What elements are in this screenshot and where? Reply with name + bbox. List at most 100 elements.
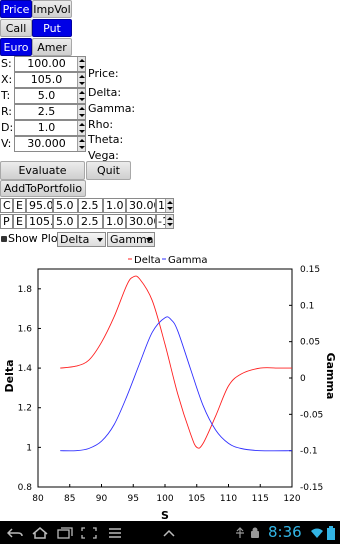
system-navigation-bar: 8:36 [0,521,340,544]
rho-output-label: Rho: [88,118,114,131]
x-spinner-icon[interactable] [77,73,85,87]
s-spinner-icon[interactable] [77,57,85,71]
d-input[interactable]: 1.0 [14,120,86,136]
left-series-select[interactable]: Delta [57,232,106,247]
home-icon[interactable] [31,525,49,540]
y-right-tick-label: 0.1 [300,301,314,311]
y-axis-right: -0.15 -0.1 -0.05 0 0.05 0.1 0.15 [289,265,323,493]
input-label-x: X: [1,73,13,86]
portfolio-strike-cell[interactable]: 105.0 [26,214,53,229]
portfolio-type-cell[interactable]: P [0,214,13,229]
chevron-up-icon[interactable] [160,525,178,540]
portfolio-qty-value: -1 [158,215,169,228]
t-input[interactable]: 5.0 [14,88,86,104]
s-value: 100.00 [27,57,66,70]
y-right-tick-label: 0.05 [300,338,320,348]
y-left-tick-label: 1.6 [18,324,33,334]
price-output-label: Price: [88,67,119,80]
y-right-tick-label: 0.15 [300,265,320,275]
y-left-tick-label: 1.2 [18,404,32,414]
legend-delta-label: Delta [134,255,161,266]
input-label-d: D: [1,121,14,134]
evaluate-button[interactable]: Evaluate [0,161,85,180]
x-tick-label: 105 [188,494,205,504]
portfolio-style-cell[interactable]: E [13,214,26,229]
chart-series [60,275,293,452]
v-input[interactable]: 30.000 [14,136,86,152]
add-to-portfolio-button[interactable]: AddToPortfolio [0,180,86,197]
greeks-chart: Delta Gamma 80 85 90 95 100 105 110 115 120 0.8 1… [3,255,337,522]
x-input[interactable]: 105.0 [14,72,86,88]
s-input[interactable]: 100.00 [14,56,86,72]
y-left-tick-label: 1 [26,443,32,453]
input-label-s: S: [1,57,12,70]
y-left-tick-label: 1.8 [18,285,33,295]
x-tick-label: 85 [64,494,75,504]
wifi-icon [311,525,323,540]
left-series-value: Delta [60,233,90,246]
x-value: 105.0 [30,73,63,86]
screenshot-icon[interactable] [80,525,98,540]
portfolio-style-cell[interactable]: E [13,198,26,213]
r-input[interactable]: 2.5 [14,104,86,120]
t-spinner-icon[interactable] [77,89,85,103]
clock: 8:36 [268,523,302,541]
gamma-series-line [60,316,293,452]
usb-notification-icon [233,525,247,540]
r-value: 2.5 [37,105,56,118]
tab-amer[interactable]: Amer [32,38,72,56]
y-left-tick-label: 0.8 [18,483,33,493]
tab-euro[interactable]: Euro [0,38,32,56]
v-value: 30.000 [27,137,66,150]
tab-put[interactable]: Put [32,19,72,37]
tab-call[interactable]: Call [0,19,32,37]
x-tick-label: 90 [96,494,108,504]
y-right-tick-label: -0.15 [300,483,323,493]
right-series-select[interactable]: Gamma [107,232,155,247]
portfolio-qty-stepper[interactable]: 1 [156,198,174,213]
show-plot-checkbox[interactable] [1,236,7,242]
qty-spinner-icon[interactable] [165,215,173,228]
tab-impvol[interactable]: ImpVol [32,0,72,18]
theta-output-label: Theta: [88,133,124,146]
y-axis-left-label: Delta [3,359,16,392]
chevron-down-icon [97,238,103,242]
y-axis-right-label: Gamma [324,353,337,400]
portfolio-rate-cell[interactable]: 2.5 [78,198,103,213]
back-icon[interactable] [6,525,24,540]
d-value: 1.0 [37,121,56,134]
portfolio-vol-cell[interactable]: 30.00 [126,198,156,213]
android-notification-icon [248,525,262,540]
x-tick-label: 100 [156,494,173,504]
v-spinner-icon[interactable] [77,137,85,151]
t-value: 5.0 [37,89,56,102]
x-tick-label: 95 [128,494,139,504]
x-tick-label: 80 [32,494,44,504]
delta-series-line [60,275,292,449]
y-right-tick-label: -0.05 [300,410,323,420]
menu-icon[interactable] [106,525,124,540]
tab-price[interactable]: Price [0,0,32,18]
recent-apps-icon[interactable] [56,525,74,540]
portfolio-time-cell[interactable]: 5.0 [53,214,78,229]
portfolio-qty-stepper[interactable]: -1 [156,214,174,229]
portfolio-vol-cell[interactable]: 30.00 [126,214,156,229]
y-right-tick-label: 0 [300,374,306,384]
qty-spinner-icon[interactable] [165,199,173,212]
input-label-v: V: [1,137,12,150]
delta-output-label: Delta: [88,86,122,99]
portfolio-div-cell[interactable]: 1.0 [103,198,126,213]
quit-button[interactable]: Quit [86,161,131,180]
r-spinner-icon[interactable] [77,105,85,119]
chart-legend: Delta Gamma [128,255,208,266]
portfolio-strike-cell[interactable]: 95.0 [26,198,53,213]
portfolio-time-cell[interactable]: 5.0 [53,198,78,213]
portfolio-rate-cell[interactable]: 2.5 [78,214,103,229]
portfolio-div-cell[interactable]: 1.0 [103,214,126,229]
legend-gamma-label: Gamma [168,255,208,266]
portfolio-type-cell[interactable]: C [0,198,13,213]
plot-area [37,268,293,488]
battery-icon [326,525,336,540]
d-spinner-icon[interactable] [77,121,85,135]
x-tick-label: 110 [220,494,237,504]
